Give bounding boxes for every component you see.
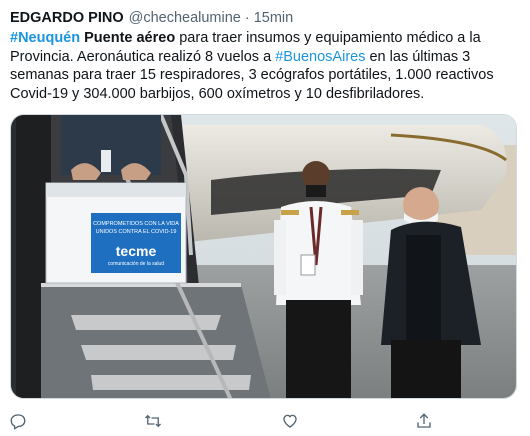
share-button[interactable] bbox=[411, 408, 437, 434]
author-name[interactable]: EDGARDO PINO bbox=[10, 10, 124, 26]
header-separator: · bbox=[244, 10, 250, 26]
box-tagline: comunicación de la salud bbox=[108, 261, 164, 267]
tweet-timestamp[interactable]: 15min bbox=[254, 10, 294, 26]
reply-icon bbox=[10, 414, 26, 430]
box-banner-2: UNIDOS CONTRA EL COVID-19 bbox=[96, 229, 177, 235]
retweet-icon bbox=[145, 414, 161, 428]
hashtag-neuquen[interactable]: #Neuquén bbox=[10, 30, 80, 46]
reply-button[interactable] bbox=[5, 408, 31, 434]
hashtag-buenosaires[interactable]: #BuenosAires bbox=[275, 49, 365, 65]
tweet-headline: Puente aéreo bbox=[84, 30, 176, 46]
heart-icon bbox=[283, 414, 297, 428]
retweet-button[interactable] bbox=[140, 408, 166, 434]
tweet-card[interactable]: EDGARDO PINO @chechealumine · 15min #Neu… bbox=[0, 0, 530, 436]
box-banner: COMPROMETIDOS CON LA VIDA bbox=[93, 221, 179, 227]
like-button[interactable] bbox=[277, 408, 303, 434]
tweet-actions bbox=[0, 404, 530, 436]
box-brand: tecme bbox=[116, 243, 157, 259]
tweet-text: #Neuquén Puente aéreo para traer insumos… bbox=[10, 29, 522, 103]
tweet-header: EDGARDO PINO @chechealumine · 15min bbox=[10, 8, 293, 28]
tweet-photo[interactable]: COMPROMETIDOS CON LA VIDA UNIDOS CONTRA … bbox=[10, 114, 517, 399]
share-icon bbox=[417, 413, 431, 428]
airplane-stairs-photo: COMPROMETIDOS CON LA VIDA UNIDOS CONTRA … bbox=[11, 115, 516, 398]
author-handle[interactable]: @chechealumine bbox=[129, 10, 241, 26]
